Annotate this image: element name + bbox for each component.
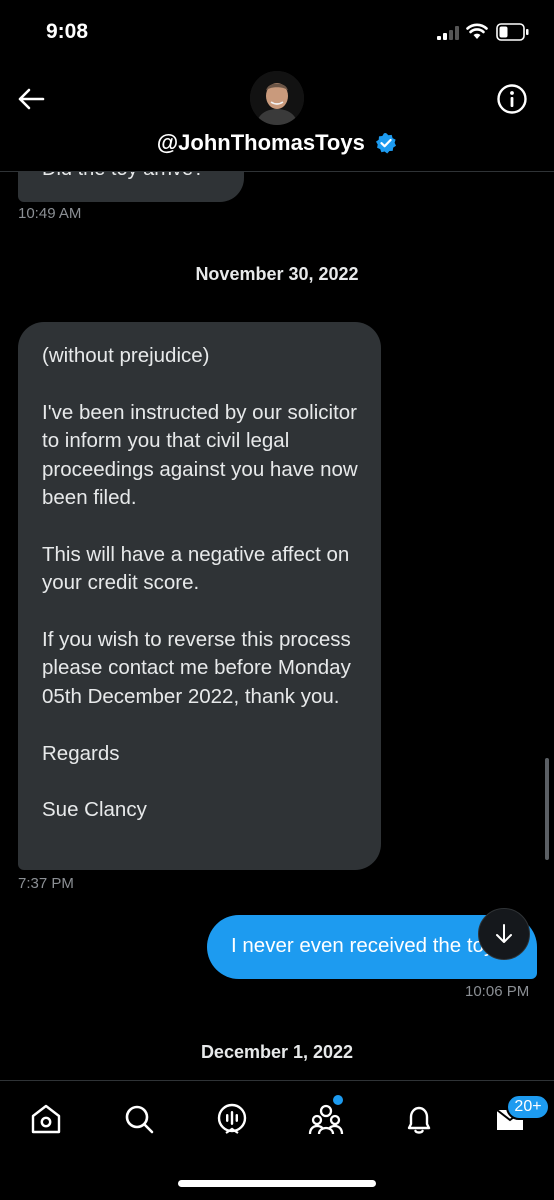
profile-photo: [250, 71, 304, 125]
message-paragraph: I've been instructed by our solicitor to…: [42, 400, 358, 510]
verified-badge-icon: [376, 133, 397, 154]
scrollbar[interactable]: [545, 758, 549, 860]
arrow-down-icon: [496, 924, 512, 943]
message-paragraph: (without prejudice): [42, 344, 210, 367]
date-separator: December 1, 2022: [200, 1042, 354, 1062]
communities-icon: [308, 1104, 344, 1135]
conversation-title[interactable]: @JohnThomasToys: [0, 130, 554, 156]
user-handle: @JohnThomasToys: [156, 130, 365, 155]
nav-search[interactable]: [119, 1099, 159, 1139]
conversation-header: @JohnThomasToys: [0, 66, 554, 172]
communities-notification-dot: [333, 1095, 343, 1105]
search-icon: [125, 1105, 154, 1134]
info-button[interactable]: [496, 83, 528, 115]
date-separator: November 30, 2022: [195, 264, 359, 284]
message-timestamp: 10:06 PM: [465, 983, 530, 1000]
info-icon: [497, 84, 527, 114]
incoming-message-bubble[interactable]: (without prejudice) I've been instructed…: [18, 322, 381, 870]
message-paragraph: This will have a negative affect on your…: [42, 542, 350, 595]
spaces-icon: [217, 1103, 247, 1134]
arrow-left-icon: [18, 88, 45, 110]
back-button[interactable]: [16, 84, 46, 114]
home-icon: [31, 1104, 61, 1134]
home-indicator[interactable]: [178, 1180, 376, 1187]
message-paragraph: If you wish to reverse this process plea…: [42, 628, 351, 708]
notifications-icon: [407, 1106, 431, 1134]
message-timestamp: 7:37 PM: [18, 875, 74, 892]
outgoing-message-text: I never even received the toy: [231, 934, 495, 957]
scroll-to-bottom-button[interactable]: [478, 908, 530, 960]
avatar[interactable]: [250, 71, 304, 125]
messages-count-badge: 20+: [506, 1094, 550, 1120]
nav-spaces[interactable]: [212, 1099, 252, 1139]
message-paragraph: Sue Clancy: [42, 798, 147, 822]
nav-notifications[interactable]: [399, 1099, 439, 1139]
nav-home[interactable]: [26, 1099, 66, 1139]
message-paragraph: Regards: [42, 741, 120, 765]
message-timestamp: 10:49 AM: [18, 205, 82, 222]
nav-communities[interactable]: [306, 1099, 346, 1139]
